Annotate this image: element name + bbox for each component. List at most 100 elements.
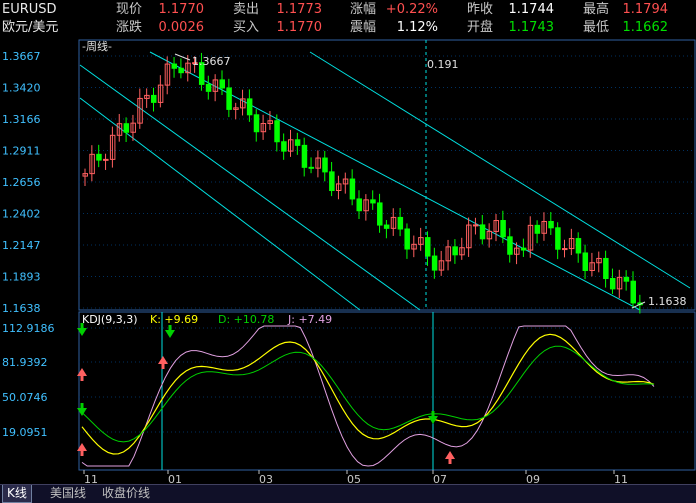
candle-body <box>152 95 157 102</box>
quote-row1-value-2: +0.22% <box>386 1 466 19</box>
candle-body <box>604 258 609 278</box>
quote-row2-value-1: 1.1770 <box>277 19 351 37</box>
candle-body <box>227 88 232 109</box>
tab-kline[interactable]: K线 <box>2 485 32 503</box>
quote-row1-value-3: 1.1744 <box>509 1 583 19</box>
candle-body <box>535 225 540 233</box>
x-tick-label: 07 <box>433 473 447 484</box>
symbol-name: 欧元/美元 <box>2 19 58 37</box>
quote-row2-value-4: 1.1662 <box>623 19 696 37</box>
candle-body <box>282 142 287 151</box>
x-tick-label: 09 <box>526 473 540 484</box>
candle-body <box>624 277 629 281</box>
candle-body <box>384 225 389 228</box>
x-tick-label: 05 <box>347 473 361 484</box>
quote-row2-label-1: 买入 <box>233 19 259 37</box>
x-tick-label: 11 <box>84 473 98 484</box>
buy-signal-arrow <box>81 376 84 381</box>
x-tick-label: 01 <box>168 473 182 484</box>
candle-body <box>576 239 581 253</box>
candle-body <box>124 124 129 133</box>
main-y-tick: 1.2402 <box>2 208 41 221</box>
quote-row1-value-0: 1.1770 <box>159 1 233 19</box>
kdj-y-tick: 50.0746 <box>2 391 48 404</box>
low-annotation: 1.1638 <box>648 295 687 308</box>
candle-body <box>521 248 526 250</box>
candle-body <box>473 225 478 226</box>
candle-body <box>549 221 554 227</box>
x-tick-label: 11 <box>614 473 628 484</box>
quote-row2-value-0: 0.0026 <box>159 19 233 37</box>
quote-row2-value-3: 1.1743 <box>509 19 583 37</box>
main-y-tick: 1.2911 <box>2 145 41 158</box>
quote-row2-label-2: 震幅 <box>350 19 376 37</box>
quote-row1-label-2: 涨幅 <box>350 1 376 19</box>
candle-body <box>172 64 177 68</box>
candle-body <box>432 256 437 270</box>
quote-panel: EURUSD 欧元/美元 现价1.1770卖出1.1773涨幅+0.22%昨收1… <box>0 0 696 38</box>
candle-body <box>357 199 362 211</box>
tab-us-line[interactable]: 美国线 <box>46 485 90 502</box>
main-panel-frame <box>79 40 695 310</box>
main-y-tick: 1.3667 <box>2 50 41 63</box>
tab-close-line[interactable]: 收盘价线 <box>98 485 154 502</box>
candle-body <box>220 80 225 88</box>
candle-body <box>179 68 184 72</box>
candle-body <box>323 158 328 172</box>
chart-type-tabs: K线 美国线 收盘价线 <box>0 484 696 503</box>
candle-body <box>563 249 568 250</box>
candle-body <box>206 84 211 91</box>
quote-row1-value-4: 1.1794 <box>623 1 696 19</box>
quote-row1-label-1: 卖出 <box>233 1 259 19</box>
x-tick-label: 03 <box>259 473 273 484</box>
candle-body <box>631 281 636 303</box>
quote-row1-label-0: 现价 <box>116 1 142 19</box>
high-annotation: 1.3667 <box>192 55 231 68</box>
candle-body <box>350 179 355 199</box>
chart-area[interactable]: 1.3667 1.3420 1.3166 1.2911 1.2656 1.2402 1.21… <box>0 38 696 484</box>
candle-body <box>254 115 259 132</box>
main-y-tick: 1.3166 <box>2 113 41 126</box>
symbol-code: EURUSD <box>2 1 57 19</box>
quote-row2-value-2: 1.12% <box>397 19 466 37</box>
quote-row2-label-3: 开盘 <box>467 19 493 37</box>
candle-body <box>453 247 458 255</box>
kdj-title: KDJ(9,3,3) <box>82 313 138 326</box>
candle-body <box>610 279 615 289</box>
candle-body <box>583 253 588 271</box>
kdj-j-label: J: +7.49 <box>287 313 332 326</box>
sell-signal-arrow <box>169 325 172 330</box>
candle-body <box>295 140 300 146</box>
candle-body <box>97 154 102 160</box>
quote-row1-value-1: 1.1773 <box>277 1 351 19</box>
main-y-tick: 1.2656 <box>2 176 41 189</box>
kdj-d-label: D: +10.78 <box>218 313 274 326</box>
kdj-y-tick: 112.9186 <box>2 322 55 335</box>
quote-row2-label-4: 最低 <box>583 19 609 37</box>
candle-body <box>302 145 307 167</box>
kdj-y-tick: 19.0951 <box>2 426 48 439</box>
main-y-tick: 1.2147 <box>2 239 41 252</box>
candle-body <box>247 99 252 115</box>
quote-row2-label-0: 涨跌 <box>116 19 142 37</box>
candle-body <box>371 200 376 203</box>
quote-row1-label-3: 昨收 <box>467 1 493 19</box>
main-y-tick: 1.1893 <box>2 271 41 284</box>
candle-body <box>508 237 513 254</box>
candle-body <box>275 121 280 142</box>
sell-signal-arrow <box>81 403 84 408</box>
candle-body <box>309 167 314 168</box>
period-label: -周线- <box>82 39 112 53</box>
candle-body <box>556 228 561 249</box>
main-y-tick: 1.1638 <box>2 302 41 315</box>
kdj-y-tick: 81.9392 <box>2 356 48 369</box>
sell-signal-arrow <box>432 411 435 416</box>
main-y-tick: 1.3420 <box>2 82 41 95</box>
candle-body <box>398 217 403 229</box>
kdj-k-label: K: +9.69 <box>150 313 198 326</box>
candle-body <box>480 225 485 239</box>
cursor-value: 0.191 <box>427 58 459 71</box>
sell-signal-arrow <box>81 323 84 328</box>
buy-signal-arrow <box>162 364 165 369</box>
buy-signal-arrow <box>449 459 452 464</box>
